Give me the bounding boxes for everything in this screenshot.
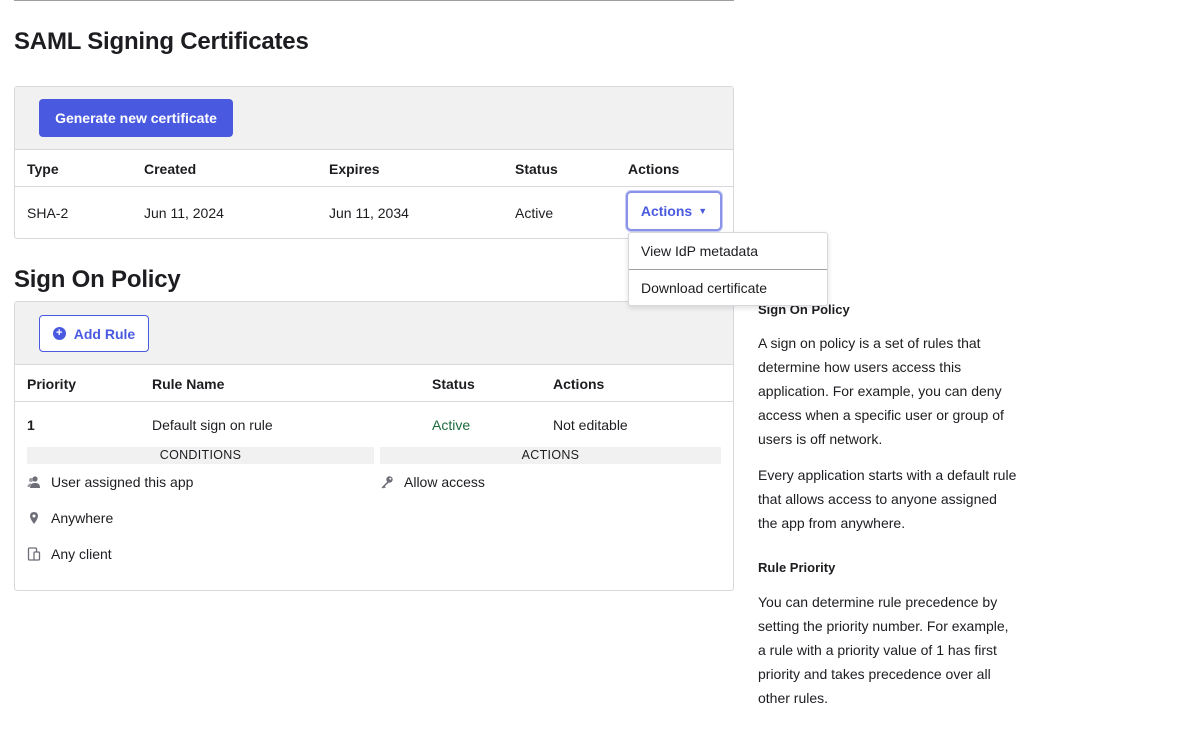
menu-item-view-idp-metadata[interactable]: View IdP metadata	[641, 243, 758, 259]
generate-certificate-button[interactable]: Generate new certificate	[39, 99, 233, 137]
help-paragraph-3: You can determine rule precedence by set…	[758, 594, 1009, 706]
certificate-expires: Jun 11, 2034	[329, 205, 409, 221]
rule-priority: 1	[27, 417, 35, 433]
certificate-status: Active	[515, 205, 554, 221]
users-icon	[27, 476, 40, 488]
column-header-actions: Actions	[553, 376, 605, 392]
action-allow-access: Allow access	[380, 474, 485, 490]
column-header-priority: Priority	[27, 376, 77, 392]
header-divider	[15, 186, 733, 187]
actions-header: ACTIONS	[380, 447, 721, 464]
column-header-rule-name: Rule Name	[152, 376, 225, 392]
rule-actions: Not editable	[553, 417, 628, 433]
plus-circle-icon: +	[52, 327, 66, 340]
add-rule-label: Add Rule	[73, 325, 136, 342]
actions-button-label: Actions	[640, 203, 693, 219]
location-pin-icon	[30, 512, 38, 524]
help-paragraph-2: Every application starts with a default …	[758, 467, 1017, 531]
column-header-expires: Expires	[329, 161, 380, 177]
saml-certificates-title: SAML Signing Certificates	[14, 28, 309, 55]
column-header-created: Created	[144, 161, 197, 177]
sign-on-policy-title: Sign On Policy	[14, 266, 181, 293]
rule-status: Active	[432, 417, 471, 433]
column-header-status: Status	[432, 376, 475, 392]
key-icon	[381, 476, 393, 489]
saml-toolbar: Generate new certificate	[15, 87, 733, 150]
devices-icon	[27, 547, 41, 561]
column-header-status: Status	[515, 161, 558, 177]
caret-down-icon: ▼	[698, 206, 708, 216]
condition-user: User assigned this app	[27, 474, 193, 490]
certificate-type: SHA-2	[27, 205, 69, 221]
condition-location: Anywhere	[27, 510, 113, 526]
page: SAML Signing Certificates Generate new c…	[0, 0, 1194, 729]
condition-location-label: Anywhere	[51, 510, 114, 526]
condition-client-label: Any client	[51, 546, 112, 562]
actions-dropdown-menu: View IdP metadata Download certificate	[628, 232, 828, 306]
condition-user-label: User assigned this app	[51, 474, 194, 490]
header-divider	[15, 401, 733, 402]
column-header-type: Type	[27, 161, 59, 177]
help-heading-rule-priority: Rule Priority	[758, 560, 836, 575]
rule-name: Default sign on rule	[152, 417, 273, 433]
policy-toolbar: + Add Rule	[15, 302, 733, 365]
conditions-header: CONDITIONS	[27, 447, 374, 464]
sign-on-policy-panel: + Add Rule Priority Rule Name Status Act…	[14, 301, 734, 591]
help-paragraph-1: A sign on policy is a set of rules that …	[758, 335, 1004, 447]
menu-item-download-certificate[interactable]: Download certificate	[641, 280, 767, 296]
condition-client: Any client	[27, 546, 112, 562]
top-divider	[14, 0, 734, 1]
action-allow-access-label: Allow access	[404, 474, 485, 490]
column-header-actions: Actions	[628, 161, 680, 177]
certificate-created: Jun 11, 2024	[144, 205, 224, 221]
add-rule-button[interactable]: + Add Rule	[39, 315, 149, 352]
menu-divider	[629, 269, 827, 270]
certificate-actions-button[interactable]: Actions ▼	[626, 191, 722, 231]
